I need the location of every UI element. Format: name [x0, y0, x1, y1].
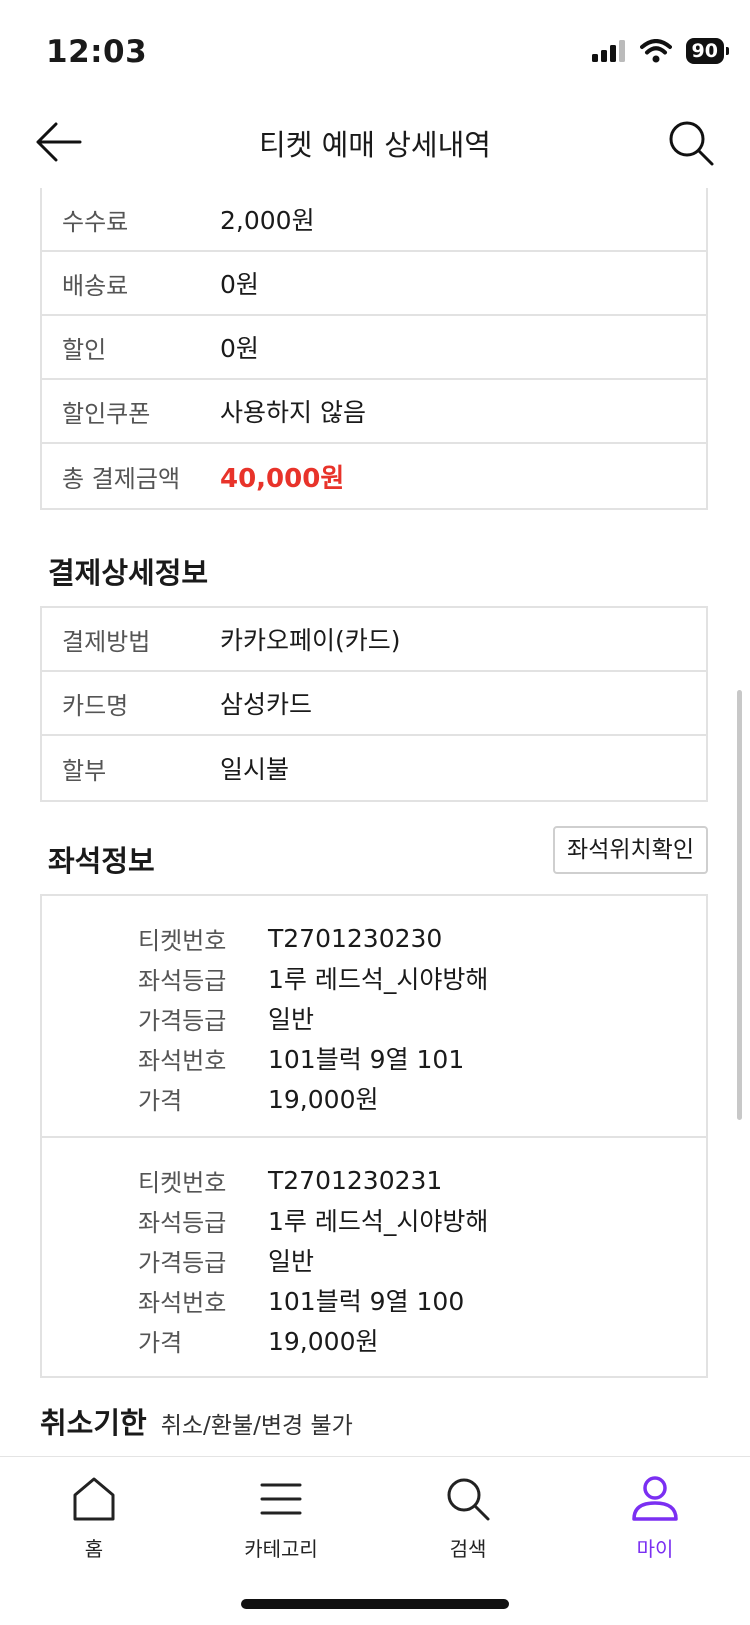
- row-value: 0원: [220, 270, 259, 299]
- card-name-row: 카드명 삼성카드: [42, 672, 706, 736]
- price-grade-label: 가격등급: [138, 1248, 227, 1277]
- row-value: 0원: [220, 334, 259, 363]
- home-indicator: [241, 1599, 509, 1609]
- page-title: 티켓 예매 상세내역: [259, 128, 491, 162]
- seat-number-line: 좌석번호 101블럭 9열 101: [42, 1038, 706, 1078]
- ticket-item: 티켓번호 T2701230230 좌석등급 1루 레드석_시야방해 가격등급 일…: [42, 896, 706, 1138]
- price-label: 가격: [138, 1086, 183, 1115]
- search-icon: [669, 121, 714, 166]
- home-icon: [73, 1477, 115, 1521]
- price-grade-value: 일반: [268, 1005, 315, 1034]
- seat-number-label: 좌석번호: [138, 1288, 227, 1317]
- menu-icon: [260, 1483, 302, 1515]
- price-grade-label: 가격등급: [138, 1006, 227, 1035]
- nav-label: 홈: [84, 1537, 104, 1561]
- row-label: 할인: [62, 335, 107, 364]
- status-time: 12:03: [46, 34, 148, 70]
- installment-row: 할부 일시불: [42, 736, 706, 800]
- battery-indicator: 90: [685, 38, 730, 64]
- seat-number-line: 좌석번호 101블럭 9열 100: [42, 1280, 706, 1320]
- user-icon: [632, 1476, 678, 1521]
- cancel-deadline-title: 취소기한: [40, 1406, 147, 1440]
- ticket-number-line: 티켓번호 T2701230231: [42, 1160, 706, 1200]
- nav-home[interactable]: 홈: [19, 1471, 169, 1562]
- row-label: 할부: [62, 756, 107, 785]
- price-grade-value: 일반: [268, 1247, 315, 1276]
- ticket-number-line: 티켓번호 T2701230230: [42, 918, 706, 958]
- seat-location-button[interactable]: 좌석위치확인: [553, 826, 708, 874]
- wifi-icon: [639, 39, 672, 63]
- price-line: 가격 19,000원: [42, 1078, 706, 1118]
- row-label: 결제방법: [62, 627, 151, 656]
- seat-number-value: 101블럭 9열 100: [268, 1287, 465, 1316]
- nav-my[interactable]: 마이: [580, 1471, 730, 1562]
- discount-row: 할인 0원: [42, 316, 706, 380]
- price-line: 가격 19,000원: [42, 1320, 706, 1360]
- seat-grade-value: 1루 레드석_시야방해: [268, 965, 489, 994]
- status-bar: 12:03 90: [0, 0, 750, 100]
- delivery-fee-row: 배송료 0원: [42, 252, 706, 316]
- row-value: 2,000원: [220, 206, 315, 235]
- price-grade-line: 가격등급 일반: [42, 998, 706, 1038]
- search-icon: [447, 1478, 490, 1521]
- row-label: 카드명: [62, 691, 129, 720]
- cellular-signal-icon: [591, 40, 625, 62]
- payment-detail-table: 결제방법 카카오페이(카드) 카드명 삼성카드 할부 일시불: [40, 606, 708, 802]
- payment-detail-title: 결제상세정보: [48, 556, 209, 590]
- seat-grade-line: 좌석등급 1루 레드석_시야방해: [42, 958, 706, 998]
- seat-grade-line: 좌석등급 1루 레드석_시야방해: [42, 1200, 706, 1240]
- total-amount-row: 총 결제금액 40,000원: [42, 444, 706, 508]
- cancel-deadline-value: 취소/환불/변경 불가: [160, 1413, 353, 1439]
- price-value: 19,000원: [268, 1085, 379, 1114]
- price-label: 가격: [138, 1328, 183, 1357]
- ticket-number-label: 티켓번호: [138, 926, 227, 955]
- nav-label: 카테고리: [244, 1537, 318, 1561]
- coupon-row: 할인쿠폰 사용하지 않음: [42, 380, 706, 444]
- row-value: 사용하지 않음: [220, 398, 366, 427]
- seat-number-value: 101블럭 9열 101: [268, 1045, 465, 1074]
- total-amount-value: 40,000원: [220, 463, 345, 494]
- fee-row: 수수료 2,000원: [42, 188, 706, 252]
- price-value: 19,000원: [268, 1327, 379, 1356]
- seat-info-box: 티켓번호 T2701230230 좌석등급 1루 레드석_시야방해 가격등급 일…: [40, 894, 708, 1378]
- ticket-item: 티켓번호 T2701230231 좌석등급 1루 레드석_시야방해 가격등급 일…: [42, 1138, 706, 1376]
- seat-grade-label: 좌석등급: [138, 966, 227, 995]
- scrollbar[interactable]: [737, 690, 742, 1120]
- cancel-deadline: 취소기한 취소/환불/변경 불가: [40, 1400, 353, 1442]
- status-icons: 90: [591, 38, 730, 64]
- row-value: 일시불: [220, 755, 290, 784]
- nav-search[interactable]: 검색: [393, 1471, 543, 1562]
- seat-number-label: 좌석번호: [138, 1046, 227, 1075]
- seat-grade-value: 1루 레드석_시야방해: [268, 1207, 489, 1236]
- row-value: 삼성카드: [220, 690, 313, 719]
- payment-summary-table: 수수료 2,000원 배송료 0원 할인 0원 할인쿠폰 사용하지 않음 총 결…: [40, 188, 708, 510]
- row-label: 할인쿠폰: [62, 399, 151, 428]
- row-label: 배송료: [62, 271, 129, 300]
- ticket-number-label: 티켓번호: [138, 1168, 227, 1197]
- seat-info-title: 좌석정보: [48, 844, 155, 878]
- nav-label: 검색: [449, 1537, 487, 1561]
- row-value: 카카오페이(카드): [220, 626, 401, 655]
- ticket-number-value: T2701230230: [268, 923, 443, 953]
- row-label: 총 결제금액: [62, 464, 181, 493]
- ticket-number-value: T2701230231: [268, 1165, 443, 1195]
- seat-grade-label: 좌석등급: [138, 1208, 227, 1237]
- nav-category[interactable]: 카테고리: [206, 1471, 356, 1562]
- payment-method-row: 결제방법 카카오페이(카드): [42, 608, 706, 672]
- search-button[interactable]: [666, 118, 716, 168]
- price-grade-line: 가격등급 일반: [42, 1240, 706, 1280]
- app-header: 티켓 예매 상세내역: [0, 100, 750, 188]
- nav-label: 마이: [636, 1537, 674, 1561]
- row-label: 수수료: [62, 207, 129, 236]
